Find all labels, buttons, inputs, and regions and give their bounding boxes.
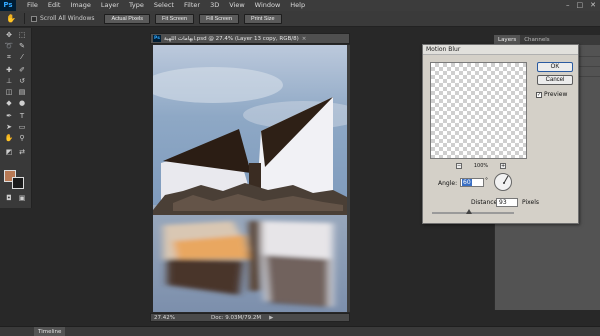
distance-input[interactable]: 93 bbox=[496, 198, 518, 207]
pen-icon[interactable]: ✒ bbox=[4, 112, 14, 120]
menu-select[interactable]: Select bbox=[149, 0, 179, 11]
document-ps-icon: Ps bbox=[153, 35, 161, 42]
preview-toggle[interactable]: ✓ Preview bbox=[536, 91, 567, 98]
gradient-icon[interactable]: ▤ bbox=[17, 88, 27, 96]
menu-window[interactable]: Window bbox=[250, 0, 286, 11]
close-icon[interactable]: ✕ bbox=[590, 1, 596, 9]
reflection-right-dark bbox=[265, 255, 329, 307]
menu-file[interactable]: File bbox=[22, 0, 43, 11]
photoshop-logo[interactable]: Ps bbox=[0, 0, 16, 11]
default-colors-icon[interactable]: ◩ bbox=[4, 148, 14, 156]
tab-timeline[interactable]: Timeline bbox=[34, 327, 66, 336]
options-bar: ✋ Scroll All Windows Actual Pixels Fit S… bbox=[0, 11, 600, 27]
type-icon[interactable]: T bbox=[17, 112, 27, 120]
options-divider bbox=[24, 13, 25, 24]
actual-pixels-button[interactable]: Actual Pixels bbox=[104, 13, 150, 24]
zoom-in-button[interactable]: + bbox=[499, 162, 506, 169]
ok-button[interactable]: OK bbox=[537, 62, 573, 72]
document-close-icon[interactable]: × bbox=[302, 36, 307, 42]
preview-checkbox[interactable]: ✓ bbox=[536, 91, 542, 98]
document-tab[interactable]: Ps ابهامات اللهبة.psd @ 27.4% (Layer 13 … bbox=[150, 33, 350, 44]
screen-mode-icon[interactable]: ▣ bbox=[17, 194, 27, 202]
menu-type[interactable]: Type bbox=[124, 0, 149, 11]
document-status-bar: 27.42% Doc: 9.03M/79.2M ▶ bbox=[150, 313, 350, 322]
stamp-icon[interactable]: ⊥ bbox=[4, 77, 14, 85]
menu-edit[interactable]: Edit bbox=[43, 0, 66, 11]
menu-filter[interactable]: Filter bbox=[179, 0, 205, 11]
eyedropper-icon[interactable]: ⁄ bbox=[17, 53, 27, 61]
canvas-artwork bbox=[153, 45, 347, 312]
angle-dial[interactable] bbox=[494, 173, 512, 191]
brush-icon[interactable]: ✐ bbox=[17, 66, 27, 74]
angle-label: Angle: bbox=[438, 180, 458, 187]
crop-icon[interactable]: ⌗ bbox=[4, 53, 14, 61]
swap-colors-icon[interactable]: ⇄ bbox=[17, 148, 27, 156]
zoom-out-button[interactable]: − bbox=[456, 162, 462, 169]
blur-icon[interactable]: ◆ bbox=[4, 99, 14, 107]
scroll-all-windows-checkbox[interactable] bbox=[31, 15, 37, 22]
shape-icon[interactable]: ▭ bbox=[17, 123, 27, 131]
status-doc-info: Doc: 9.03M/79.2M bbox=[211, 314, 262, 321]
degree-symbol: ° bbox=[485, 177, 488, 184]
blur-preview[interactable] bbox=[430, 62, 527, 159]
tools-panel: ✥ ⬚ ➰ ✎ ⌗ ⁄ ✚ ✐ ⊥ ↺ ◫ ▤ ◆ ● ✒ T ➤ ▭ ✋ ⚲ … bbox=[0, 28, 32, 208]
scroll-all-windows-label: Scroll All Windows bbox=[40, 15, 95, 22]
cancel-button[interactable]: Cancel bbox=[537, 75, 573, 85]
zoom-icon[interactable]: ⚲ bbox=[17, 134, 27, 142]
healing-icon[interactable]: ✚ bbox=[4, 66, 14, 74]
print-size-button[interactable]: Print Size bbox=[244, 13, 282, 24]
menu-layer[interactable]: Layer bbox=[96, 0, 124, 11]
menu-help[interactable]: Help bbox=[285, 0, 310, 11]
reflection-core bbox=[249, 221, 261, 291]
dodge-icon[interactable]: ● bbox=[17, 99, 27, 107]
restore-icon[interactable]: □ bbox=[577, 1, 584, 9]
quick-select-icon[interactable]: ✎ bbox=[17, 42, 27, 50]
minimize-icon[interactable]: – bbox=[566, 1, 570, 9]
preview-zoom-row: − 100% + bbox=[456, 162, 506, 169]
distance-unit: Pixels bbox=[522, 199, 540, 206]
angle-input[interactable]: 60 bbox=[460, 178, 484, 187]
vertical-scrollbar[interactable] bbox=[347, 45, 350, 312]
eraser-icon[interactable]: ◫ bbox=[4, 88, 14, 96]
path-select-icon[interactable]: ➤ bbox=[4, 123, 14, 131]
preview-zoom-value: 100% bbox=[473, 162, 489, 169]
menu-view[interactable]: View bbox=[224, 0, 249, 11]
fit-screen-button[interactable]: Fit Screen bbox=[154, 13, 195, 24]
bottom-panel-bar: Timeline bbox=[0, 326, 600, 336]
lasso-icon[interactable]: ➰ bbox=[4, 42, 14, 50]
angle-dial-icon bbox=[503, 175, 509, 184]
fill-screen-button[interactable]: Fill Screen bbox=[199, 13, 240, 24]
angle-value: 60 bbox=[462, 179, 472, 186]
document-title: ابهامات اللهبة.psd @ 27.4% (Layer 13 cop… bbox=[164, 35, 299, 42]
document-canvas[interactable] bbox=[153, 45, 347, 312]
distance-slider-thumb[interactable] bbox=[466, 209, 472, 214]
menu-bar: Ps File Edit Image Layer Type Select Fil… bbox=[0, 0, 600, 11]
motion-blur-dialog: Motion Blur − 100% + OK Cancel ✓ Preview… bbox=[422, 44, 579, 224]
menu-3d[interactable]: 3D bbox=[205, 0, 224, 11]
history-brush-icon[interactable]: ↺ bbox=[17, 77, 27, 85]
move-icon[interactable]: ✥ bbox=[4, 31, 14, 39]
window-controls: – □ ✕ bbox=[566, 1, 596, 9]
distance-slider[interactable] bbox=[432, 209, 514, 214]
quick-mask-icon[interactable]: ◘ bbox=[4, 194, 14, 202]
background-color-swatch[interactable] bbox=[12, 177, 24, 189]
menu-image[interactable]: Image bbox=[65, 0, 95, 11]
status-menu-arrow-icon[interactable]: ▶ bbox=[269, 315, 273, 321]
hand-tool-preset-icon[interactable]: ✋ bbox=[4, 13, 18, 24]
status-zoom[interactable]: 27.42% bbox=[151, 315, 181, 321]
hand-icon[interactable]: ✋ bbox=[4, 134, 14, 142]
dialog-title: Motion Blur bbox=[423, 45, 578, 55]
preview-label: Preview bbox=[544, 91, 568, 98]
marquee-icon[interactable]: ⬚ bbox=[17, 31, 27, 39]
